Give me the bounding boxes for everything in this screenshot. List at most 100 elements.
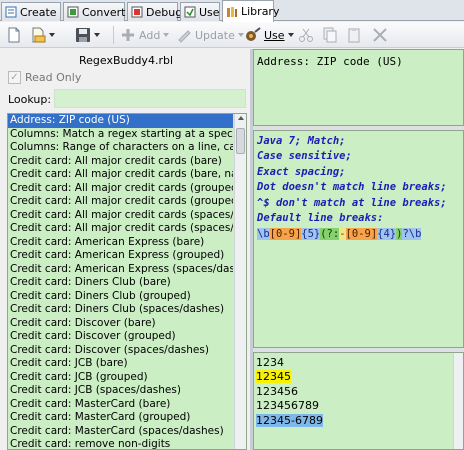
new-document-icon [6,27,22,43]
read-only-label: Read Only [25,71,82,84]
library-list-item[interactable]: Credit card: JCB (spaces/dashes) [8,384,233,398]
regex-token[interactable]: (?: [320,228,340,241]
tab-debug[interactable]: Debug [127,2,182,21]
library-list-item[interactable]: Credit card: American Express (spaces/da… [8,263,233,277]
test-subject-line: 1234 [254,356,463,370]
tab-label: Use [199,5,220,19]
paste-icon [346,27,362,43]
test-text: 123456789 [256,399,319,413]
tab-convert[interactable]: Convert [63,2,126,21]
library-list-item[interactable]: Credit card: MasterCard (bare) [8,398,233,412]
read-only-checkbox[interactable]: ✓ Read Only [8,71,81,84]
library-list-item[interactable]: Credit card: All major credit cards (spa… [8,222,233,236]
tab-label: Library [241,5,280,18]
library-list[interactable]: Address: ZIP code (US) Columns: Match a r… [7,113,247,450]
convert-icon [67,6,79,18]
delete-icon [372,27,388,43]
checkmark-icon: ✓ [8,71,21,84]
library-list-item[interactable]: Credit card: remove non-digits [8,438,233,449]
debug-icon [131,6,143,18]
regex-token[interactable]: ?\b [402,228,422,241]
library-panel: RegexBuddy4.rbl ✓ Read Only Lookup: Addr… [0,49,250,450]
description-pane[interactable]: Address: ZIP code (US) [253,49,464,126]
library-list-item[interactable]: Credit card: All major credit cards (gro… [8,195,233,209]
tab-label: Convert [82,5,126,19]
test-subject-line: 12345 [254,370,463,384]
regex-expression: \b[0-9]{5}(?:-[0-9]{4})?\b [254,226,463,242]
test-scrollbar[interactable] [453,353,463,449]
regex-token[interactable]: - [339,228,346,241]
copy-icon [322,27,338,43]
library-list-item[interactable]: Credit card: Diners Club (grouped) [8,290,233,304]
regex-token[interactable]: {5} [301,228,321,241]
regex-pane[interactable]: Java 7; Match; Case sensitive; Exact spaci… [253,130,464,348]
create-icon [5,6,17,18]
add-button-label: Add [139,28,161,42]
lookup-input[interactable] [54,89,246,108]
library-icon [226,6,238,18]
add-icon [120,27,136,43]
library-toolbar: Add Update Use [0,22,464,48]
scroll-up-icon[interactable] [238,116,244,120]
regex-option-line: Dot doesn't match line breaks; [257,181,447,194]
tab-create[interactable]: Create [1,2,61,21]
library-list-item[interactable]: Credit card: MasterCard (grouped) [8,411,233,425]
regex-token[interactable]: [0-9] [269,228,302,241]
library-list-item[interactable]: Credit card: Discover (spaces/dashes) [8,344,233,358]
open-library-button[interactable] [30,25,55,45]
chevron-down-icon [49,33,55,37]
tab-library[interactable]: Library [222,0,279,22]
chevron-down-icon [163,33,170,37]
regex-option-line: Case sensitive; [257,150,352,163]
open-document-icon [30,27,46,43]
test-subject-line: 123456 [254,385,463,399]
library-list-item[interactable]: Credit card: All major credit cards (spa… [8,209,233,223]
library-list-item[interactable]: Credit card: JCB (grouped) [8,371,233,385]
library-list-item[interactable]: Credit card: American Express (bare) [8,236,233,250]
tab-use[interactable]: Use [180,2,220,21]
regex-token[interactable]: {4} [377,228,397,241]
library-list-item[interactable]: Credit card: Discover (grouped) [8,330,233,344]
library-list-item[interactable]: Credit card: Diners Club (bare) [8,276,233,290]
paste-button[interactable] [346,25,362,45]
test-subject-pane[interactable]: 1234 12345 123456 123456789 12345-6789 [253,352,464,450]
library-list-item[interactable]: Credit card: All major credit cards (bar… [8,155,233,169]
regex-option-line: Java 7; Match; [257,135,346,147]
update-button[interactable]: Update [176,25,244,45]
save-library-button[interactable] [75,25,100,45]
library-list-item[interactable]: Columns: Range of characters on a line, … [8,141,233,155]
description-text: Address: ZIP code (US) [257,55,403,68]
use-icon [245,27,261,43]
update-button-label: Update [195,28,235,42]
chevron-down-icon [287,33,294,37]
library-list-item[interactable]: Address: ZIP code (US) [8,114,233,128]
library-list-item[interactable]: Credit card: Discover (bare) [8,317,233,331]
library-list-item[interactable]: Credit card: MasterCard (spaces/dashes) [8,425,233,439]
library-file-name: RegexBuddy4.rbl [78,54,174,67]
regex-token[interactable]: \b [257,228,270,241]
use-button[interactable]: Use [245,25,294,45]
chevron-down-icon [237,33,244,37]
use-button-label: Use [264,28,285,42]
toolbar-separator [113,26,114,44]
library-list-item[interactable]: Credit card: American Express (grouped) [8,249,233,263]
cut-button[interactable] [298,25,314,45]
add-button[interactable]: Add [120,25,170,45]
tab-label: Debug [146,5,183,19]
list-scrollbar[interactable] [234,114,246,449]
new-library-button[interactable] [6,25,22,45]
library-list-item[interactable]: Credit card: JCB (bare) [8,357,233,371]
library-list-item[interactable]: Columns: Match a regex starting at a spe… [8,128,233,142]
library-list-item[interactable]: Credit card: All major credit cards (bar… [8,168,233,182]
regex-option-line: Default line breaks: [257,211,384,224]
delete-button[interactable] [372,25,388,45]
chevron-down-icon [94,33,100,37]
scroll-thumb[interactable] [236,128,245,154]
regex-option-line: Exact spacing; [257,165,346,178]
tab-bar: Create Convert Debug Use Library [0,0,464,22]
copy-button[interactable] [322,25,338,45]
library-list-item[interactable]: Credit card: Diners Club (spaces/dashes) [8,303,233,317]
update-icon [176,27,192,43]
library-list-item[interactable]: Credit card: All major credit cards (gro… [8,182,233,196]
regex-token[interactable]: [0-9] [345,228,378,241]
